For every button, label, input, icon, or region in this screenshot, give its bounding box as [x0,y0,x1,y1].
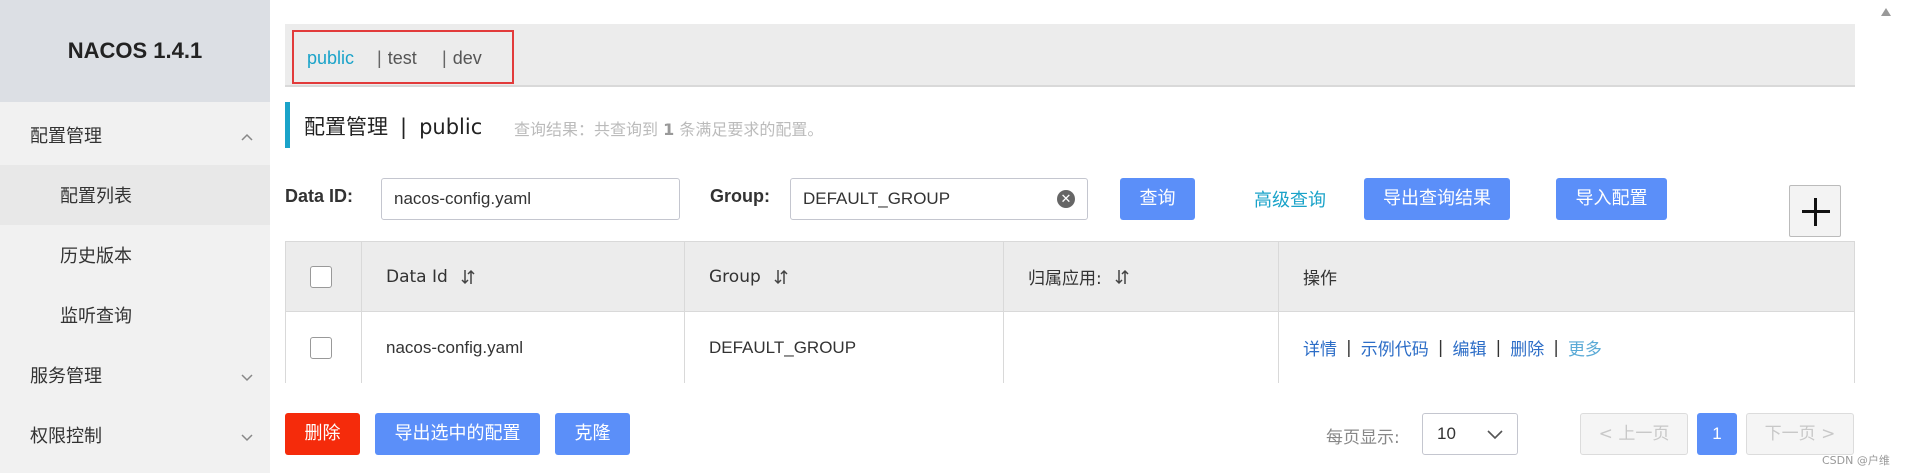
export-results-button[interactable]: 导出查询结果 [1364,178,1510,220]
select-all-checkbox[interactable] [310,265,332,288]
chevron-down-icon [240,428,254,442]
namespace-tab-public[interactable]: public [307,24,354,87]
app-title: NACOS 1.4.1 [0,0,270,102]
cell-group: DEFAULT_GROUP [685,312,1004,383]
chevron-down-icon [240,368,254,382]
clear-icon[interactable]: ✕ [1057,190,1075,208]
query-button[interactable]: 查询 [1120,178,1195,220]
sidebar-item-history[interactable]: 历史版本 [0,225,270,285]
sidebar-item-access-control[interactable]: 权限控制 [0,405,270,465]
row-checkbox[interactable] [310,336,332,359]
sort-icon[interactable] [773,268,789,286]
sidebar-item-label: 历史版本 [60,246,132,267]
title-accent-bar [285,102,290,148]
per-page-select[interactable]: 10 [1422,413,1518,455]
namespace-bar: public | test | dev [285,24,1855,87]
namespace-tab-test[interactable]: | test [377,24,417,87]
export-selected-button[interactable]: 导出选中的配置 [375,413,540,455]
clone-button[interactable]: 克隆 [555,413,630,455]
group-input[interactable]: DEFAULT_GROUP ✕ [790,178,1088,220]
sidebar-item-label: 权限控制 [30,426,102,447]
chevron-right-icon: > [1821,424,1836,444]
sample-code-link[interactable]: 示例代码 [1361,335,1429,360]
result-summary: 查询结果：共查询到 1 条满足要求的配置。 [514,120,824,139]
sidebar-item-label: 监听查询 [60,306,132,327]
per-page-label: 每页显示: [1326,428,1400,448]
column-header-actions: 操作 [1303,269,1337,289]
sidebar-item-config-management[interactable]: 配置管理 [0,105,270,165]
edit-link[interactable]: 编辑 [1452,335,1486,360]
chevron-down-icon [1487,430,1503,440]
page-number-current[interactable]: 1 [1697,413,1737,455]
sidebar: NACOS 1.4.1 配置管理 配置列表 历史版本 监听查询 服务管理 权限控… [0,0,270,473]
scrollbar[interactable] [1873,0,1920,473]
delete-button[interactable]: 删除 [285,413,360,455]
table-header: Data Id Group 归属应用: 操作 [286,242,1854,312]
cell-actions: 详情 | 示例代码 | 编辑 | 删除 | 更多 [1279,312,1854,383]
config-table: Data Id Group 归属应用: 操作 nacos-config.yaml… [285,241,1855,383]
sidebar-item-label: 服务管理 [30,366,102,387]
sidebar-item-listener-query[interactable]: 监听查询 [0,285,270,345]
group-label: Group: [710,186,770,206]
cell-data-id: nacos-config.yaml [362,312,685,383]
advanced-query-link[interactable]: 高级查询 [1254,186,1326,212]
sidebar-item-label: 配置管理 [30,126,102,147]
column-header-app[interactable]: 归属应用: [1004,242,1279,311]
namespace-tab-dev[interactable]: | dev [442,24,482,87]
prev-page-button[interactable]: < 上一页 [1580,413,1688,455]
detail-link[interactable]: 详情 [1303,335,1337,360]
sort-icon[interactable] [460,268,476,286]
table-row: nacos-config.yaml DEFAULT_GROUP 详情 | 示例代… [286,312,1854,383]
scroll-up-icon[interactable] [1881,8,1891,16]
delete-link[interactable]: 删除 [1510,335,1544,360]
chevron-left-icon: < [1598,424,1613,444]
add-config-button[interactable] [1789,185,1841,237]
import-config-button[interactable]: 导入配置 [1556,178,1667,220]
sidebar-item-service-management[interactable]: 服务管理 [0,345,270,405]
column-header-group[interactable]: Group [685,242,1004,311]
sort-icon[interactable] [1114,268,1130,286]
next-page-button[interactable]: 下一页 > [1746,413,1854,455]
data-id-label: Data ID: [285,186,354,206]
sidebar-item-label: 配置列表 [60,186,132,207]
page-title: 配置管理 | public [304,115,483,139]
column-header-data-id[interactable]: Data Id [362,242,685,311]
data-id-input[interactable]: nacos-config.yaml [381,178,680,220]
sidebar-item-config-list[interactable]: 配置列表 [0,165,270,225]
cell-app [1004,312,1279,383]
watermark: CSDN @户维 [1822,454,1890,467]
more-link[interactable]: 更多 [1568,335,1602,360]
chevron-up-icon [240,128,254,142]
